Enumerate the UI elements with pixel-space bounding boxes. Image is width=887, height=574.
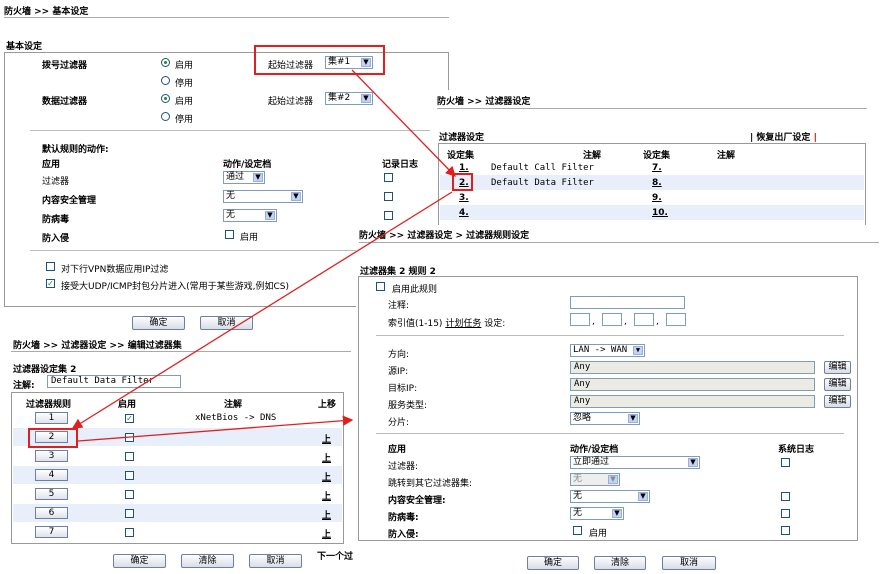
annotation-arrows — [71, 69, 456, 442]
arrow-set-to-edit — [71, 191, 453, 429]
arrow-start-filter-to-set — [351, 69, 456, 177]
arrow-rule-to-setup — [77, 415, 354, 442]
